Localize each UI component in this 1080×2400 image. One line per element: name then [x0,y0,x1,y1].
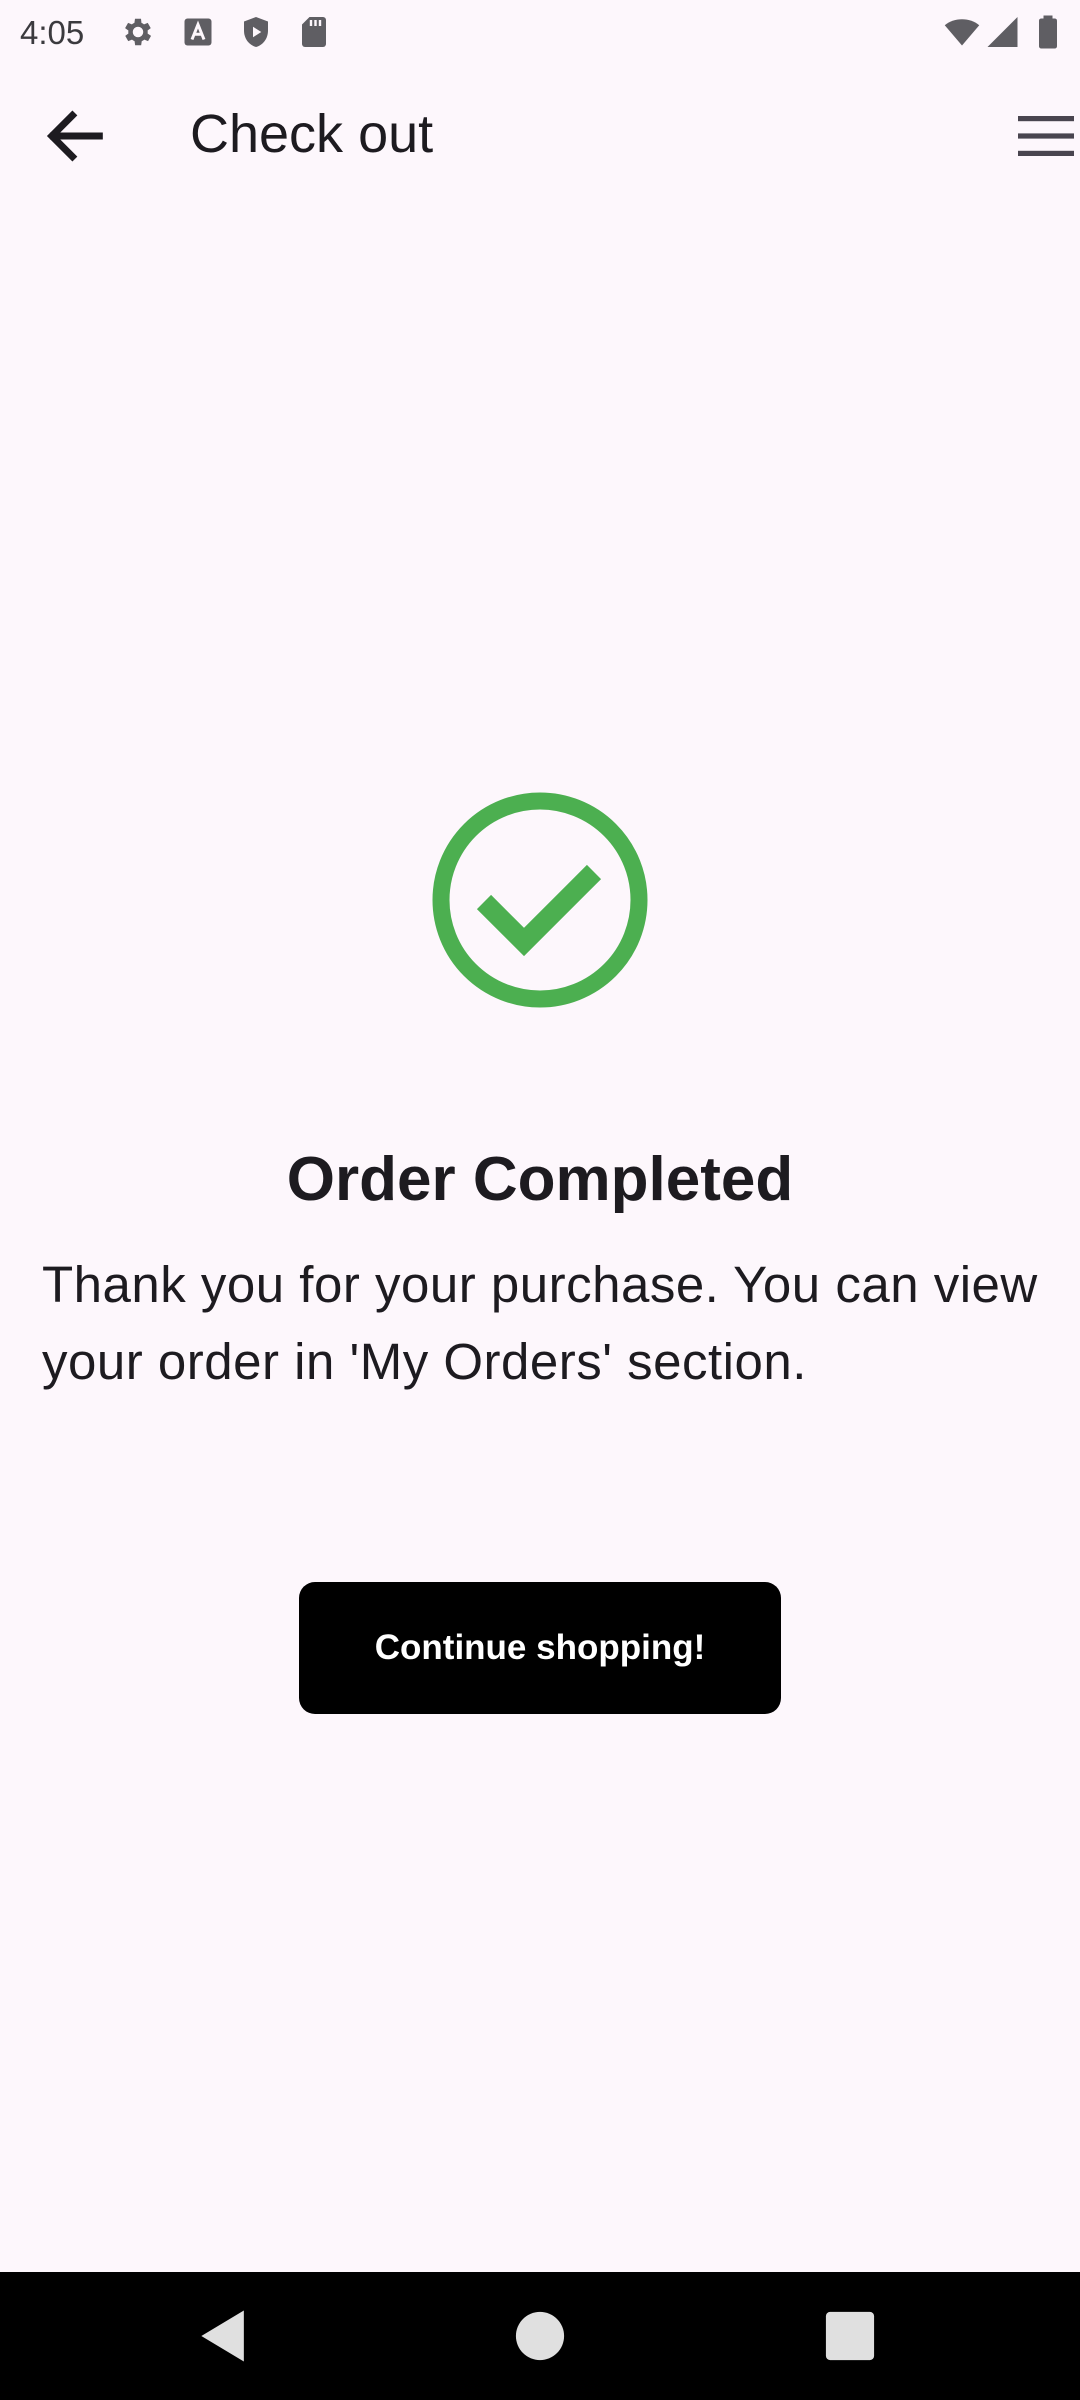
sd-card-icon [296,14,332,50]
status-bar: 4:05 [0,0,1080,66]
arrow-back-icon [46,110,103,162]
system-nav-bar [0,2272,1080,2400]
app-bar: Check out [0,66,1080,206]
nav-home-icon[interactable] [506,2302,574,2370]
a-badge-icon [180,14,216,50]
hamburger-menu-icon [1018,116,1074,156]
back-button[interactable] [36,98,112,174]
nav-back-icon[interactable] [190,2302,258,2370]
signal-icon [986,14,1022,50]
shield-play-icon [238,14,274,50]
wifi-icon [942,14,982,50]
page-title: Check out [190,104,434,164]
check-circle-icon [430,790,650,1010]
nav-recents-icon[interactable] [816,2302,884,2370]
status-time: 4:05 [20,14,85,51]
gear-icon [120,14,156,50]
battery-icon [1034,14,1062,50]
continue-shopping-button[interactable]: Continue shopping! [299,1582,781,1714]
menu-button[interactable] [1018,110,1074,162]
order-completed-title: Order Completed [286,1145,794,1214]
order-completed-message: Thank you for your purchase. You can vie… [42,1256,1038,1390]
